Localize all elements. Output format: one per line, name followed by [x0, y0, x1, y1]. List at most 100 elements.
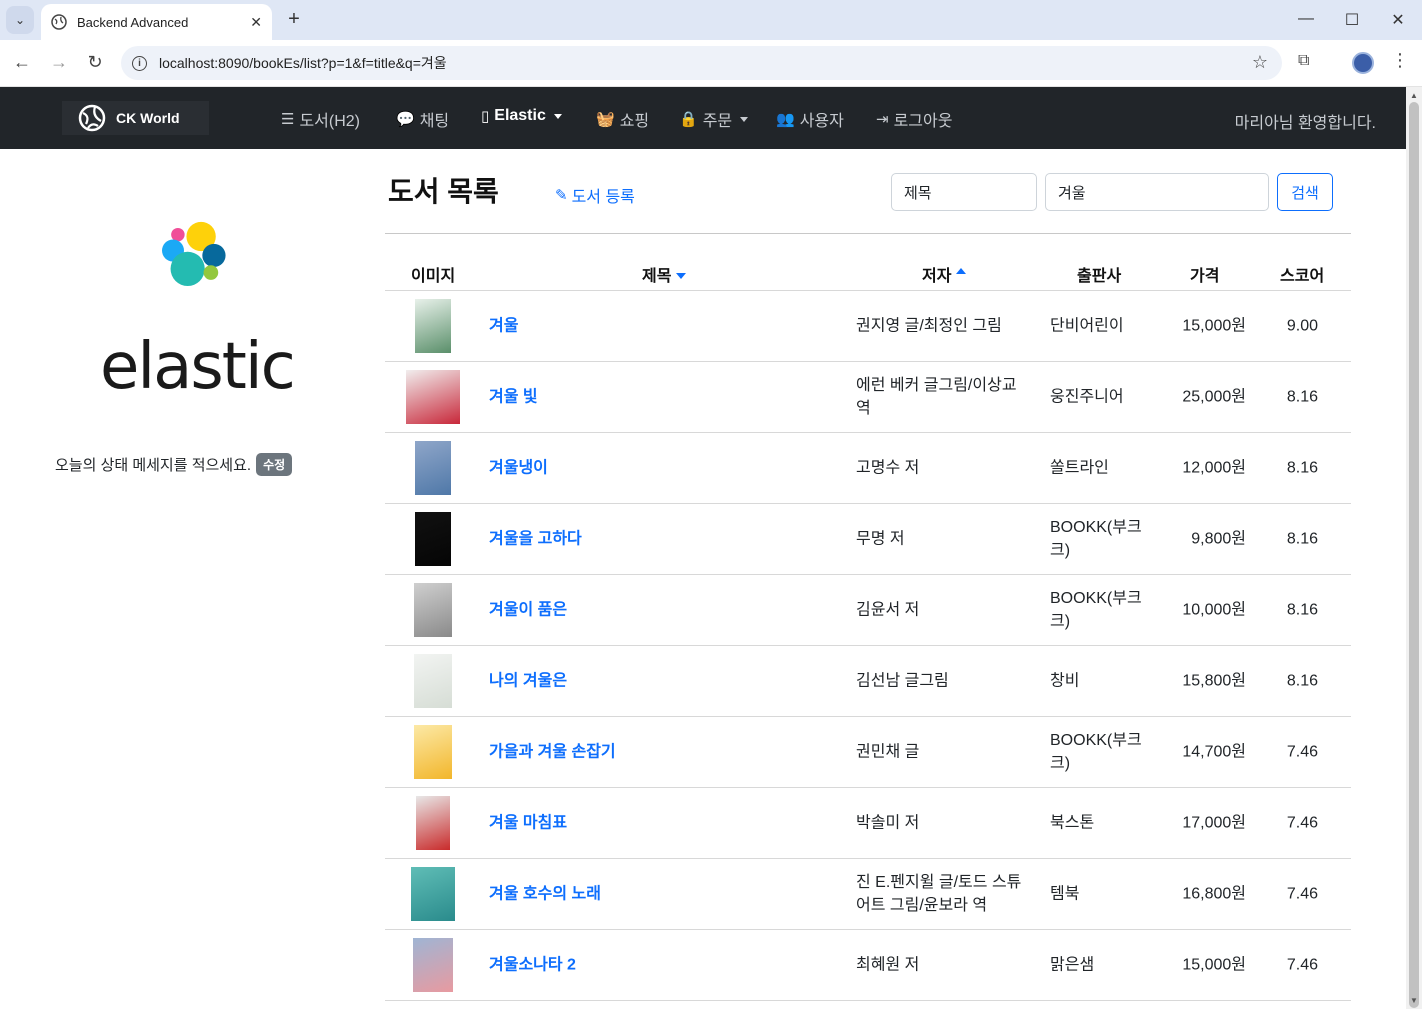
book-score: 7.46	[1286, 885, 1318, 903]
register-label: 도서 등록	[571, 189, 635, 206]
book-author: 권지영 글/최정인 그림	[856, 317, 1002, 335]
page-title: 도서 목록	[388, 176, 499, 207]
col-image: 이미지	[411, 268, 456, 285]
chat-icon: 💬	[396, 111, 415, 128]
book-author: 권민채 글	[856, 743, 920, 761]
book-cover-image[interactable]	[414, 654, 452, 708]
book-cover-image[interactable]	[416, 796, 450, 850]
edit-status-button[interactable]: 수정	[256, 453, 293, 476]
brand-link[interactable]: CK World	[62, 101, 209, 135]
scroll-thumb[interactable]	[1409, 102, 1419, 1008]
book-author: 무명 저	[856, 530, 905, 548]
book-price: 16,800원	[1182, 885, 1246, 903]
book-publisher: 맑은샘	[1050, 956, 1095, 974]
book-author: 김선남 글그림	[856, 672, 949, 690]
nav-label: 채팅	[419, 113, 450, 130]
book-score: 8.16	[1286, 530, 1318, 548]
file-icon: ▯	[481, 108, 490, 125]
table-row: 겨울 호수의 노래 진 E.펜지윌 글/토드 스튜어트 그림/윤보라 역 템북 …	[385, 859, 1351, 930]
register-book-link[interactable]: ✎ 도서 등록	[555, 183, 635, 207]
status-message: 오늘의 상태 메세지를 적으세요. 수정	[55, 453, 293, 476]
bookmark-star-icon[interactable]: ☆	[1252, 52, 1268, 73]
reload-button[interactable]: ↻	[83, 52, 107, 73]
book-title-link[interactable]: 겨울냉이	[489, 457, 548, 480]
book-price: 14,700원	[1182, 743, 1246, 761]
tab-close-icon[interactable]: ✕	[250, 14, 262, 31]
book-price: 25,000원	[1182, 388, 1246, 406]
page-scrollbar[interactable]: ▲ ▼	[1406, 87, 1422, 1009]
table-row: 겨울이 품은 김윤서 저 BOOKK(부크크) 10,000원 8.16	[385, 575, 1351, 646]
maximize-button[interactable]: ☐	[1342, 10, 1362, 30]
book-cover-image[interactable]	[415, 441, 451, 495]
book-cover-image[interactable]	[411, 867, 455, 921]
search-field-select[interactable]: 제목	[891, 173, 1037, 211]
tab-search-button[interactable]: ⌄	[6, 6, 34, 34]
book-cover-image[interactable]	[415, 299, 451, 353]
col-author: 저자	[922, 268, 952, 285]
nav-logout[interactable]: ⇥ 로그아웃	[876, 107, 952, 131]
table-row: 겨울 빛 에런 베커 글그림/이상교 역 웅진주니어 25,000원 8.16	[385, 362, 1351, 433]
back-button[interactable]: ←	[10, 52, 34, 73]
forward-button[interactable]: →	[47, 52, 71, 73]
browser-menu-icon[interactable]: ⋮	[1391, 50, 1409, 71]
table-row: 겨울냉이 고명수 저 쏠트라인 12,000원 8.16	[385, 433, 1351, 504]
globe-icon	[51, 14, 67, 30]
col-publisher[interactable]: 출판사	[1077, 262, 1121, 286]
scroll-up-icon[interactable]: ▲	[1410, 91, 1418, 100]
elastic-wordmark: elastic	[100, 330, 296, 404]
book-price: 15,800원	[1182, 672, 1246, 690]
nav-shopping[interactable]: 🧺 쇼핑	[596, 107, 649, 131]
profile-avatar[interactable]	[1352, 52, 1374, 74]
new-tab-button[interactable]: +	[283, 8, 305, 31]
book-author: 최혜원 저	[856, 956, 920, 974]
book-author: 고명수 저	[856, 459, 920, 477]
nav-chat[interactable]: 💬 채팅	[396, 107, 449, 131]
minimize-button[interactable]: —	[1296, 10, 1316, 28]
table-row: 겨울 권지영 글/최정인 그림 단비어린이 15,000원 9.00	[385, 291, 1351, 362]
book-cover-image[interactable]	[414, 725, 452, 779]
url-text: localhost:8090/bookEs/list?p=1&f=title&q…	[159, 55, 447, 71]
browser-tab[interactable]: Backend Advanced ✕	[41, 4, 272, 40]
book-title-link[interactable]: 겨울	[489, 315, 518, 338]
address-bar[interactable]: i localhost:8090/bookEs/list?p=1&f=title…	[121, 46, 1282, 80]
book-title-link[interactable]: 겨울 마침표	[489, 812, 567, 835]
nav-users[interactable]: 👥 사용자	[776, 107, 844, 131]
book-author: 김윤서 저	[856, 601, 920, 619]
book-title-link[interactable]: 겨울 빛	[489, 386, 538, 409]
book-table: 이미지 제목 저자 출판사 가격 스코어 겨울 권지영 글/최정인 그림 단비어…	[385, 248, 1351, 1001]
book-title-link[interactable]: 겨울소나타 2	[489, 954, 576, 977]
book-title-link[interactable]: 가을과 겨울 손잡기	[489, 741, 616, 764]
col-price[interactable]: 가격	[1190, 262, 1219, 286]
nav-label: 주문	[702, 113, 733, 130]
users-icon: 👥	[776, 111, 795, 128]
nav-label: 쇼핑	[619, 113, 650, 130]
book-publisher: BOOKK(부크크)	[1050, 732, 1142, 772]
site-info-icon[interactable]: i	[132, 55, 147, 71]
book-title-link[interactable]: 겨울이 품은	[489, 599, 567, 622]
nav-elastic[interactable]: ▯ Elastic	[481, 107, 562, 125]
table-row: 겨울소나타 2 최혜원 저 맑은샘 15,000원 7.46	[385, 930, 1351, 1001]
book-title-link[interactable]: 겨울 호수의 노래	[489, 883, 601, 906]
sort-asc-icon	[956, 268, 967, 274]
nav-order[interactable]: 🔒 주문	[679, 107, 749, 131]
bag-icon: 🔒	[679, 111, 698, 128]
book-publisher: 쏠트라인	[1050, 459, 1109, 477]
book-cover-image[interactable]	[415, 512, 451, 566]
sort-desc-icon	[676, 273, 687, 279]
search-input[interactable]	[1045, 173, 1269, 211]
book-cover-image[interactable]	[414, 583, 452, 637]
book-title-link[interactable]: 겨울을 고하다	[489, 528, 582, 551]
book-cover-image[interactable]	[406, 370, 460, 424]
book-publisher: 창비	[1050, 672, 1080, 690]
book-title-link[interactable]: 나의 겨울은	[489, 670, 567, 693]
col-author-sort[interactable]: 저자	[922, 262, 967, 286]
col-title-sort[interactable]: 제목	[642, 262, 687, 286]
scroll-down-icon[interactable]: ▼	[1410, 996, 1418, 1005]
nav-label: 로그아웃	[893, 113, 953, 130]
close-window-button[interactable]: ✕	[1388, 10, 1408, 30]
elastic-logo-icon	[162, 221, 226, 286]
nav-books-h2[interactable]: ☰ 도서(H2)	[281, 107, 360, 131]
book-cover-image[interactable]	[413, 938, 453, 992]
search-button[interactable]: 검색	[1277, 173, 1333, 211]
extensions-icon[interactable]: ⧉	[1298, 52, 1309, 70]
